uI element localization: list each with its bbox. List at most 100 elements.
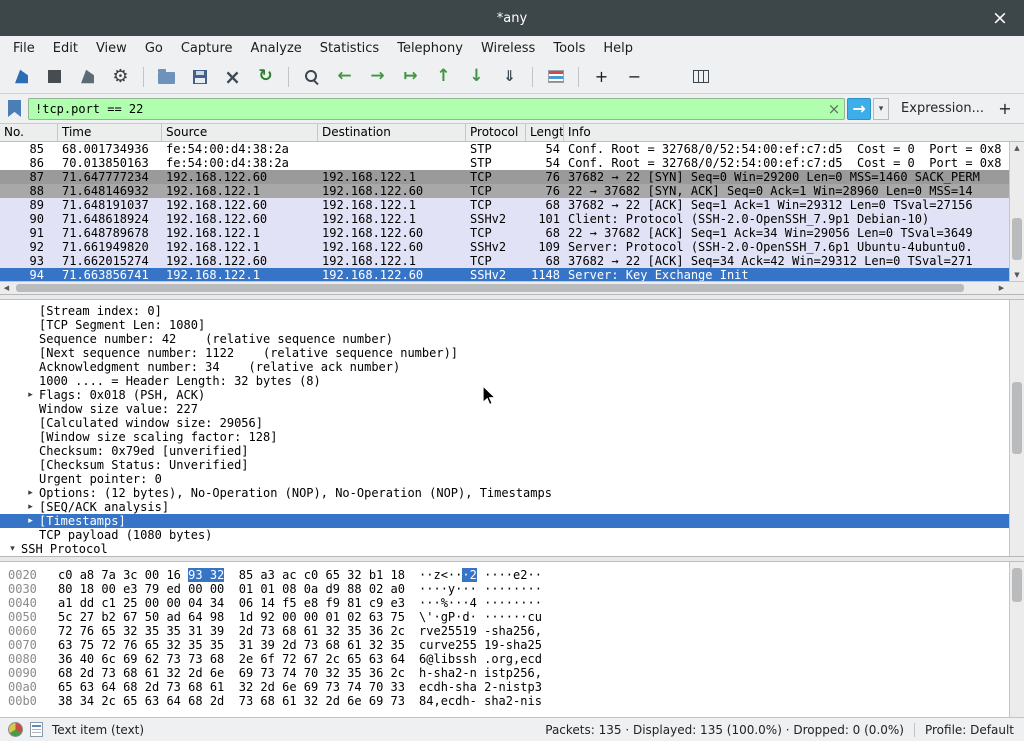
packet-row[interactable]: 8771.647777234192.168.122.60192.168.122.…	[0, 170, 1024, 184]
display-filter-input[interactable]: !tcp.port == 22 ×	[28, 98, 845, 120]
column-header-destination[interactable]: Destination	[318, 124, 466, 141]
packet-row[interactable]: 9171.648789678192.168.122.1192.168.122.6…	[0, 226, 1024, 240]
restart-capture-button[interactable]	[72, 63, 103, 91]
menu-item-help[interactable]: Help	[594, 39, 642, 58]
hex-row[interactable]: 006072 76 65 32 35 35 31 39 2d 73 68 61 …	[8, 624, 1024, 638]
stop-capture-button[interactable]	[39, 63, 70, 91]
filter-apply-icon[interactable]: →	[847, 98, 871, 120]
go-to-top-button[interactable]	[428, 63, 459, 91]
packet-list-hscrollbar[interactable]: ◀ ▶	[0, 281, 1024, 294]
expander-icon[interactable]: ▸	[22, 514, 39, 528]
packet-row[interactable]: 8568.001734936fe:54:00:d4:38:2aSTP54Conf…	[0, 142, 1024, 156]
menu-item-wireless[interactable]: Wireless	[472, 39, 544, 58]
expander-icon[interactable]: ▸	[22, 556, 39, 557]
column-header-info[interactable]: Info	[564, 124, 1024, 141]
packet-list-vscrollbar[interactable]: ▲ ▼	[1009, 142, 1024, 281]
detail-line[interactable]: Urgent pointer: 0	[0, 472, 1024, 486]
go-back-button[interactable]	[329, 63, 360, 91]
detail-line[interactable]: Acknowledgment number: 34 (relative ack …	[0, 360, 1024, 374]
hex-row[interactable]: 00a065 63 64 68 2d 73 68 61 32 2d 6e 69 …	[8, 680, 1024, 694]
save-file-button[interactable]	[184, 63, 215, 91]
column-header-no[interactable]: No.	[0, 124, 58, 141]
column-header-protocol[interactable]: Protocol	[466, 124, 526, 141]
expression-button[interactable]: Expression...	[901, 101, 984, 116]
menu-item-statistics[interactable]: Statistics	[311, 39, 388, 58]
packet-row[interactable]: 8971.648191037192.168.122.60192.168.122.…	[0, 198, 1024, 212]
menu-item-go[interactable]: Go	[136, 39, 172, 58]
scroll-up-icon[interactable]: ▲	[1010, 142, 1024, 154]
hex-vscrollbar[interactable]	[1009, 562, 1024, 717]
filter-bookmark-icon[interactable]	[8, 100, 21, 117]
expert-info-icon[interactable]	[8, 722, 23, 737]
resize-columns-button[interactable]	[685, 63, 716, 91]
packet-row[interactable]: 8871.648146932192.168.122.1192.168.122.6…	[0, 184, 1024, 198]
hex-row[interactable]: 009068 2d 73 68 61 32 2d 6e 69 73 74 70 …	[8, 666, 1024, 680]
detail-line[interactable]: ▸[Timestamps]	[0, 514, 1024, 528]
column-header-source[interactable]: Source	[162, 124, 318, 141]
go-forward-button[interactable]	[362, 63, 393, 91]
detail-line[interactable]: ▸Options: (12 bytes), No-Operation (NOP)…	[0, 486, 1024, 500]
hex-row[interactable]: 003080 18 00 e3 79 ed 00 00 01 01 08 0a …	[8, 582, 1024, 596]
reload-button[interactable]	[250, 63, 281, 91]
detail-line[interactable]: [Stream index: 0]	[0, 304, 1024, 318]
zoom-out-button[interactable]	[619, 63, 650, 91]
detail-line[interactable]: [Window size scaling factor: 128]	[0, 430, 1024, 444]
hex-scroll-handle[interactable]	[1012, 568, 1022, 602]
hex-row[interactable]: 00b038 34 2c 65 63 64 68 2d 73 68 61 32 …	[8, 694, 1024, 708]
packet-row[interactable]: 8670.013850163fe:54:00:d4:38:2aSTP54Conf…	[0, 156, 1024, 170]
detail-line[interactable]: Window size value: 227	[0, 402, 1024, 416]
scroll-down-icon[interactable]: ▼	[1010, 269, 1024, 281]
packet-list-scroll-handle[interactable]	[1012, 218, 1022, 260]
packet-row[interactable]: 9271.661949820192.168.122.1192.168.122.6…	[0, 240, 1024, 254]
detail-line[interactable]: [Checksum Status: Unverified]	[0, 458, 1024, 472]
capture-options-button[interactable]	[105, 63, 136, 91]
detail-line[interactable]: [TCP Segment Len: 1080]	[0, 318, 1024, 332]
zoom-in-button[interactable]	[586, 63, 617, 91]
expander-icon[interactable]: ▸	[22, 388, 39, 402]
details-scroll-handle[interactable]	[1012, 382, 1022, 454]
packet-row[interactable]: 9371.662015274192.168.122.60192.168.122.…	[0, 254, 1024, 268]
scroll-right-icon[interactable]: ▶	[995, 282, 1008, 294]
detail-line[interactable]: 1000 .... = Header Length: 32 bytes (8)	[0, 374, 1024, 388]
close-window-icon[interactable]: ×	[986, 0, 1014, 36]
filter-dropdown-icon[interactable]: ▾	[873, 98, 889, 120]
detail-line[interactable]: [Calculated window size: 29056]	[0, 416, 1024, 430]
auto-scroll-button[interactable]	[494, 63, 525, 91]
packet-row[interactable]: 9071.648618924192.168.122.60192.168.122.…	[0, 212, 1024, 226]
detail-line[interactable]: ▸[SEQ/ACK analysis]	[0, 500, 1024, 514]
profile-text[interactable]: Profile: Default	[925, 723, 1014, 737]
hex-row[interactable]: 008036 40 6c 69 62 73 73 68 2e 6f 72 67 …	[8, 652, 1024, 666]
menu-item-tools[interactable]: Tools	[544, 39, 594, 58]
open-file-button[interactable]	[151, 63, 182, 91]
menu-item-edit[interactable]: Edit	[44, 39, 87, 58]
detail-line[interactable]: ▾SSH Protocol	[0, 542, 1024, 556]
details-vscrollbar[interactable]	[1009, 300, 1024, 556]
zoom-original-button[interactable]	[652, 63, 683, 91]
find-packet-button[interactable]	[296, 63, 327, 91]
column-header-time[interactable]: Time	[58, 124, 162, 141]
filter-clear-icon[interactable]: ×	[824, 100, 844, 118]
menu-item-capture[interactable]: Capture	[172, 39, 242, 58]
column-header-length[interactable]: Length	[526, 124, 564, 141]
hex-row[interactable]: 0040a1 dd c1 25 00 00 04 34 06 14 f5 e8 …	[8, 596, 1024, 610]
detail-line[interactable]: ▸Flags: 0x018 (PSH, ACK)	[0, 388, 1024, 402]
colorize-button[interactable]	[540, 63, 571, 91]
packet-list-hscroll-handle[interactable]	[16, 284, 964, 292]
detail-line[interactable]: ▸SSH Version 2 (encryption:chacha20-poly…	[0, 556, 1024, 557]
detail-line[interactable]: [Next sequence number: 1122 (relative se…	[0, 346, 1024, 360]
packet-row[interactable]: 9471.663856741192.168.122.1192.168.122.6…	[0, 268, 1024, 282]
scroll-left-icon[interactable]: ◀	[0, 282, 13, 294]
hex-row[interactable]: 007063 75 72 76 65 32 35 35 31 39 2d 73 …	[8, 638, 1024, 652]
expander-icon[interactable]: ▸	[22, 486, 39, 500]
menu-item-analyze[interactable]: Analyze	[242, 39, 311, 58]
expander-icon[interactable]: ▾	[4, 542, 21, 556]
menu-item-view[interactable]: View	[87, 39, 136, 58]
go-to-packet-button[interactable]	[395, 63, 426, 91]
detail-line[interactable]: TCP payload (1080 bytes)	[0, 528, 1024, 542]
hex-row[interactable]: 0020c0 a8 7a 3c 00 16 93 32 85 a3 ac c0 …	[8, 568, 1024, 582]
hex-row[interactable]: 00505c 27 b2 67 50 ad 64 98 1d 92 00 00 …	[8, 610, 1024, 624]
menu-item-telephony[interactable]: Telephony	[388, 39, 472, 58]
close-file-button[interactable]	[217, 63, 248, 91]
expander-icon[interactable]: ▸	[22, 500, 39, 514]
display-filter-value[interactable]: !tcp.port == 22	[29, 102, 824, 116]
